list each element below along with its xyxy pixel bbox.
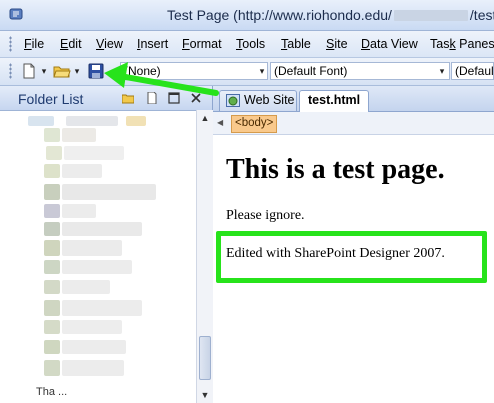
tab-test-html[interactable]: test.html xyxy=(299,90,369,112)
new-page-icon[interactable] xyxy=(20,62,38,80)
menu-file[interactable]: File xyxy=(24,37,44,51)
page-heading[interactable]: This is a test page. xyxy=(226,154,445,186)
toolbar: ▾ ▾ (None) ▾ (Default Font) ▾ (Default xyxy=(0,58,494,86)
editor-pane: Web Site test.html ◀ <body> This is a te… xyxy=(213,86,494,403)
paragraph-edited-with[interactable]: Edited with SharePoint Designer 2007. xyxy=(226,246,445,262)
style-dropdown[interactable]: (None) xyxy=(120,62,268,80)
web-site-icon xyxy=(226,94,240,107)
window-title: Test Page (http://www.riohondo.edu//test… xyxy=(167,7,494,23)
menu-data-view[interactable]: Data View xyxy=(361,37,418,51)
menu-insert[interactable]: Insert xyxy=(137,37,168,51)
open-folder-icon[interactable] xyxy=(53,62,71,80)
scroll-thumb[interactable] xyxy=(199,336,211,380)
font-dropdown[interactable]: (Default Font) xyxy=(270,62,450,80)
folder-list-panel: Folder List Tha ... ▲ ▼ xyxy=(0,86,213,403)
menu-view[interactable]: View xyxy=(96,37,123,51)
menu-format[interactable]: Format xyxy=(182,37,222,51)
menu-edit[interactable]: Edit xyxy=(60,37,82,51)
save-icon[interactable] xyxy=(87,62,105,80)
font-size-dropdown[interactable]: (Default xyxy=(451,62,494,80)
menu-table[interactable]: Table xyxy=(281,37,311,51)
redacted-text xyxy=(393,10,468,21)
title-bar: Test Page (http://www.riohondo.edu//test… xyxy=(0,0,494,31)
scroll-down-icon[interactable]: ▼ xyxy=(197,387,213,403)
toolbar-grip[interactable] xyxy=(9,63,12,79)
new-page-dropdown-icon[interactable]: ▾ xyxy=(40,63,48,79)
scroll-up-icon[interactable]: ▲ xyxy=(197,110,213,126)
open-dropdown-icon[interactable]: ▾ xyxy=(73,63,81,79)
menu-site[interactable]: Site xyxy=(326,37,348,51)
document-tabs: Web Site test.html xyxy=(213,86,494,112)
tag-scroll-left-icon[interactable]: ◀ xyxy=(217,117,227,129)
new-document-icon[interactable] xyxy=(146,92,158,104)
new-folder-icon[interactable] xyxy=(122,92,134,104)
body-tag-button[interactable]: <body> xyxy=(231,115,278,133)
paragraph-please-ignore[interactable]: Please ignore. xyxy=(226,208,305,224)
folder-list-scrollbar[interactable]: ▲ ▼ xyxy=(196,110,213,403)
menu-tools[interactable]: Tools xyxy=(236,37,265,51)
menu-bar: File Edit View Insert Format Tools Table Site Da… xyxy=(0,31,494,58)
quick-tag-selector: ◀ <body> xyxy=(213,112,494,135)
style-dropdown-arrow-icon[interactable]: ▾ xyxy=(258,63,266,79)
app-icon[interactable] xyxy=(9,7,23,21)
font-dropdown-arrow-icon[interactable]: ▾ xyxy=(438,63,446,79)
tab-web-site[interactable]: Web Site xyxy=(219,90,297,111)
folder-list-header: Folder List xyxy=(0,86,212,111)
menu-task-panes[interactable]: Task Panes xyxy=(430,37,494,51)
folder-tree[interactable]: Tha ... xyxy=(0,110,196,403)
maximize-icon[interactable] xyxy=(168,92,180,104)
folder-list-title: Folder List xyxy=(18,91,84,107)
folder-item-last[interactable]: Tha ... xyxy=(36,386,67,398)
close-icon[interactable] xyxy=(190,92,202,104)
menu-grip[interactable] xyxy=(9,36,12,52)
